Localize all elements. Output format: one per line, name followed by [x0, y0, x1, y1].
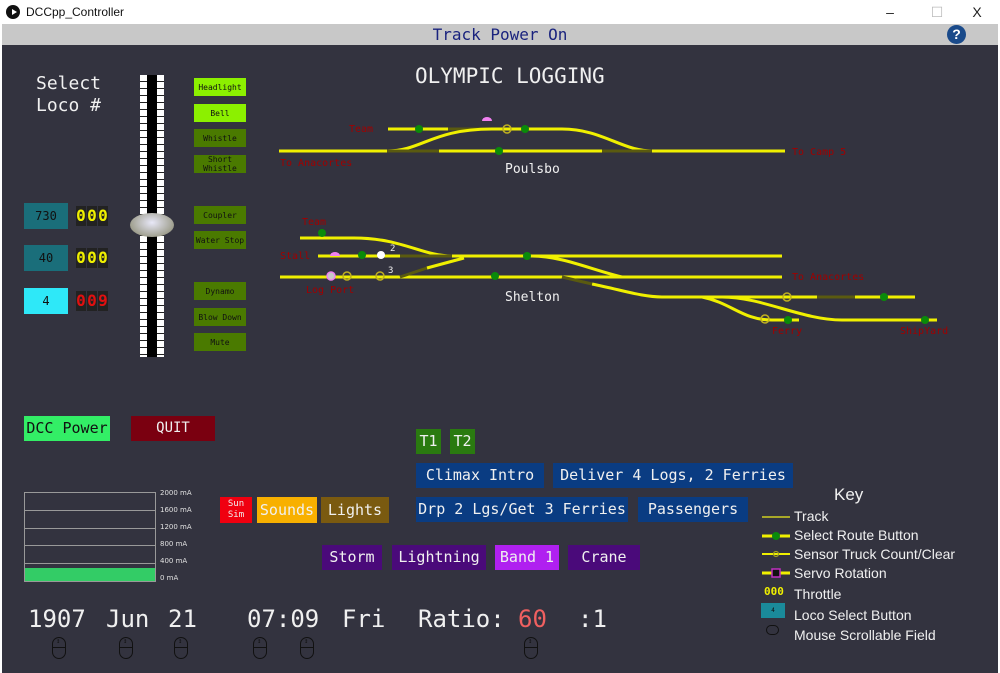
- status-bar: Track Power On: [2, 24, 998, 45]
- key-mouse-icon: [766, 625, 779, 635]
- track-diagram: Team To Anacortes To Camp 5 Team Stall L…: [279, 117, 948, 337]
- servo-icon: [330, 252, 340, 256]
- key-loco-icon: 4: [761, 603, 785, 618]
- label-team-top: Team: [349, 124, 373, 135]
- band1-button[interactable]: Band 1: [495, 545, 559, 570]
- ratio-label: Ratio:: [418, 605, 505, 633]
- label-num2: 2: [390, 244, 395, 254]
- route-button[interactable]: [415, 125, 423, 133]
- key-item-mouse: Mouse Scrollable Field: [794, 627, 936, 643]
- clock-year[interactable]: 1907: [28, 605, 86, 633]
- route-climax-intro-button[interactable]: Climax Intro: [416, 463, 544, 488]
- meter-label: 0 mA: [160, 574, 179, 582]
- key-servo-icon: [771, 568, 781, 578]
- mouse-scroll-icon: [52, 637, 66, 659]
- station-shelton: Shelton: [505, 290, 560, 305]
- servo-icon: [326, 271, 336, 281]
- ratio-value[interactable]: 60: [518, 605, 547, 633]
- mouse-scroll-icon: [524, 637, 538, 659]
- t1-button[interactable]: T1: [416, 429, 441, 454]
- controller-canvas: Select Loco # 730 0 0 0 40 0 0 0 4 0 0 9…: [2, 45, 998, 673]
- label-stall: Stall: [280, 251, 310, 262]
- key-item-sensor: Sensor Truck Count/Clear: [794, 546, 956, 562]
- track-power-status: Track Power On: [432, 25, 568, 44]
- label-to-anacortes-mid: To Anacortes: [792, 272, 864, 283]
- window-title: DCCpp_Controller: [26, 5, 125, 19]
- track-segment: [300, 236, 782, 258]
- meter-label: 1200 mA: [160, 523, 192, 531]
- quit-button[interactable]: QUIT: [131, 416, 215, 441]
- window-titlebar: DCCpp_Controller: [0, 0, 1000, 24]
- app-icon: [6, 5, 20, 19]
- help-icon[interactable]: ?: [947, 25, 966, 44]
- maximize-button[interactable]: ☐: [917, 0, 957, 24]
- route-button[interactable]: [784, 316, 792, 324]
- track-segment: [426, 256, 465, 270]
- route-button[interactable]: [318, 229, 326, 237]
- key-item-servo: Servo Rotation: [794, 565, 887, 581]
- mouse-scroll-icon: [174, 637, 188, 659]
- station-poulsbo: Poulsbo: [505, 162, 560, 177]
- close-button[interactable]: X: [957, 0, 997, 24]
- key-item-throttle: Throttle: [794, 586, 842, 602]
- meter-label: 1600 mA: [160, 506, 192, 514]
- label-log-port: Log Port: [306, 285, 354, 296]
- key-throttle-icon: 000: [764, 585, 784, 598]
- route-deliver-logs-button[interactable]: Deliver 4 Logs, 2 Ferries: [553, 463, 793, 488]
- lights-button[interactable]: Lights: [321, 497, 389, 523]
- minimize-button[interactable]: –: [870, 0, 910, 24]
- current-meter-fill: [25, 567, 155, 581]
- label-ferry: Ferry: [772, 326, 802, 337]
- sensor-active-icon: [377, 251, 385, 259]
- t2-button[interactable]: T2: [450, 429, 475, 454]
- key-title: Key: [834, 485, 864, 504]
- track-segment: [531, 254, 623, 279]
- route-passengers-button[interactable]: Passengers: [638, 497, 748, 522]
- label-to-camp5: To Camp 5: [792, 147, 846, 158]
- key-item-route: Select Route Button: [794, 527, 919, 543]
- track-segment: [279, 127, 493, 153]
- route-button[interactable]: [880, 293, 888, 301]
- key-item-track: Track: [794, 508, 829, 524]
- route-button[interactable]: [495, 147, 503, 155]
- lightning-button[interactable]: Lightning: [392, 545, 486, 570]
- route-drop-logs-button[interactable]: Drp 2 Lgs/Get 3 Ferries: [416, 497, 628, 522]
- current-meter: [24, 492, 156, 582]
- route-button[interactable]: [921, 316, 929, 324]
- servo-icon: [482, 117, 492, 121]
- dcc-power-button[interactable]: DCC Power: [24, 416, 110, 441]
- meter-label: 2000 mA: [160, 489, 192, 497]
- route-button[interactable]: [521, 125, 529, 133]
- key-item-loco: Loco Select Button: [794, 607, 912, 623]
- track-segment: [591, 282, 882, 322]
- clock-time[interactable]: 07:09: [247, 605, 319, 633]
- label-shipyard: ShipYard: [900, 326, 948, 337]
- track-segment: [492, 127, 653, 153]
- ratio-suffix: :1: [578, 605, 607, 633]
- route-button[interactable]: [523, 252, 531, 260]
- key-route-icon: [772, 532, 780, 540]
- label-team-mid: Team: [302, 217, 326, 228]
- crane-button[interactable]: Crane: [568, 545, 640, 570]
- mouse-scroll-icon: [253, 637, 267, 659]
- route-button[interactable]: [491, 272, 499, 280]
- clock-month[interactable]: Jun: [106, 605, 149, 633]
- throttle-slider-knob[interactable]: [130, 213, 174, 237]
- sounds-button[interactable]: Sounds: [257, 497, 317, 523]
- route-button[interactable]: [358, 251, 366, 259]
- meter-label: 400 mA: [160, 557, 188, 565]
- clock-day[interactable]: 21: [168, 605, 197, 633]
- meter-label: 800 mA: [160, 540, 188, 548]
- mouse-scroll-icon: [119, 637, 133, 659]
- label-num3: 3: [388, 266, 393, 276]
- mouse-scroll-icon: [300, 637, 314, 659]
- label-to-anacortes-top: To Anacortes: [280, 158, 352, 169]
- storm-button[interactable]: Storm: [322, 545, 382, 570]
- sun-sim-button[interactable]: Sun Sim: [220, 497, 252, 523]
- clock-weekday: Fri: [342, 605, 386, 633]
